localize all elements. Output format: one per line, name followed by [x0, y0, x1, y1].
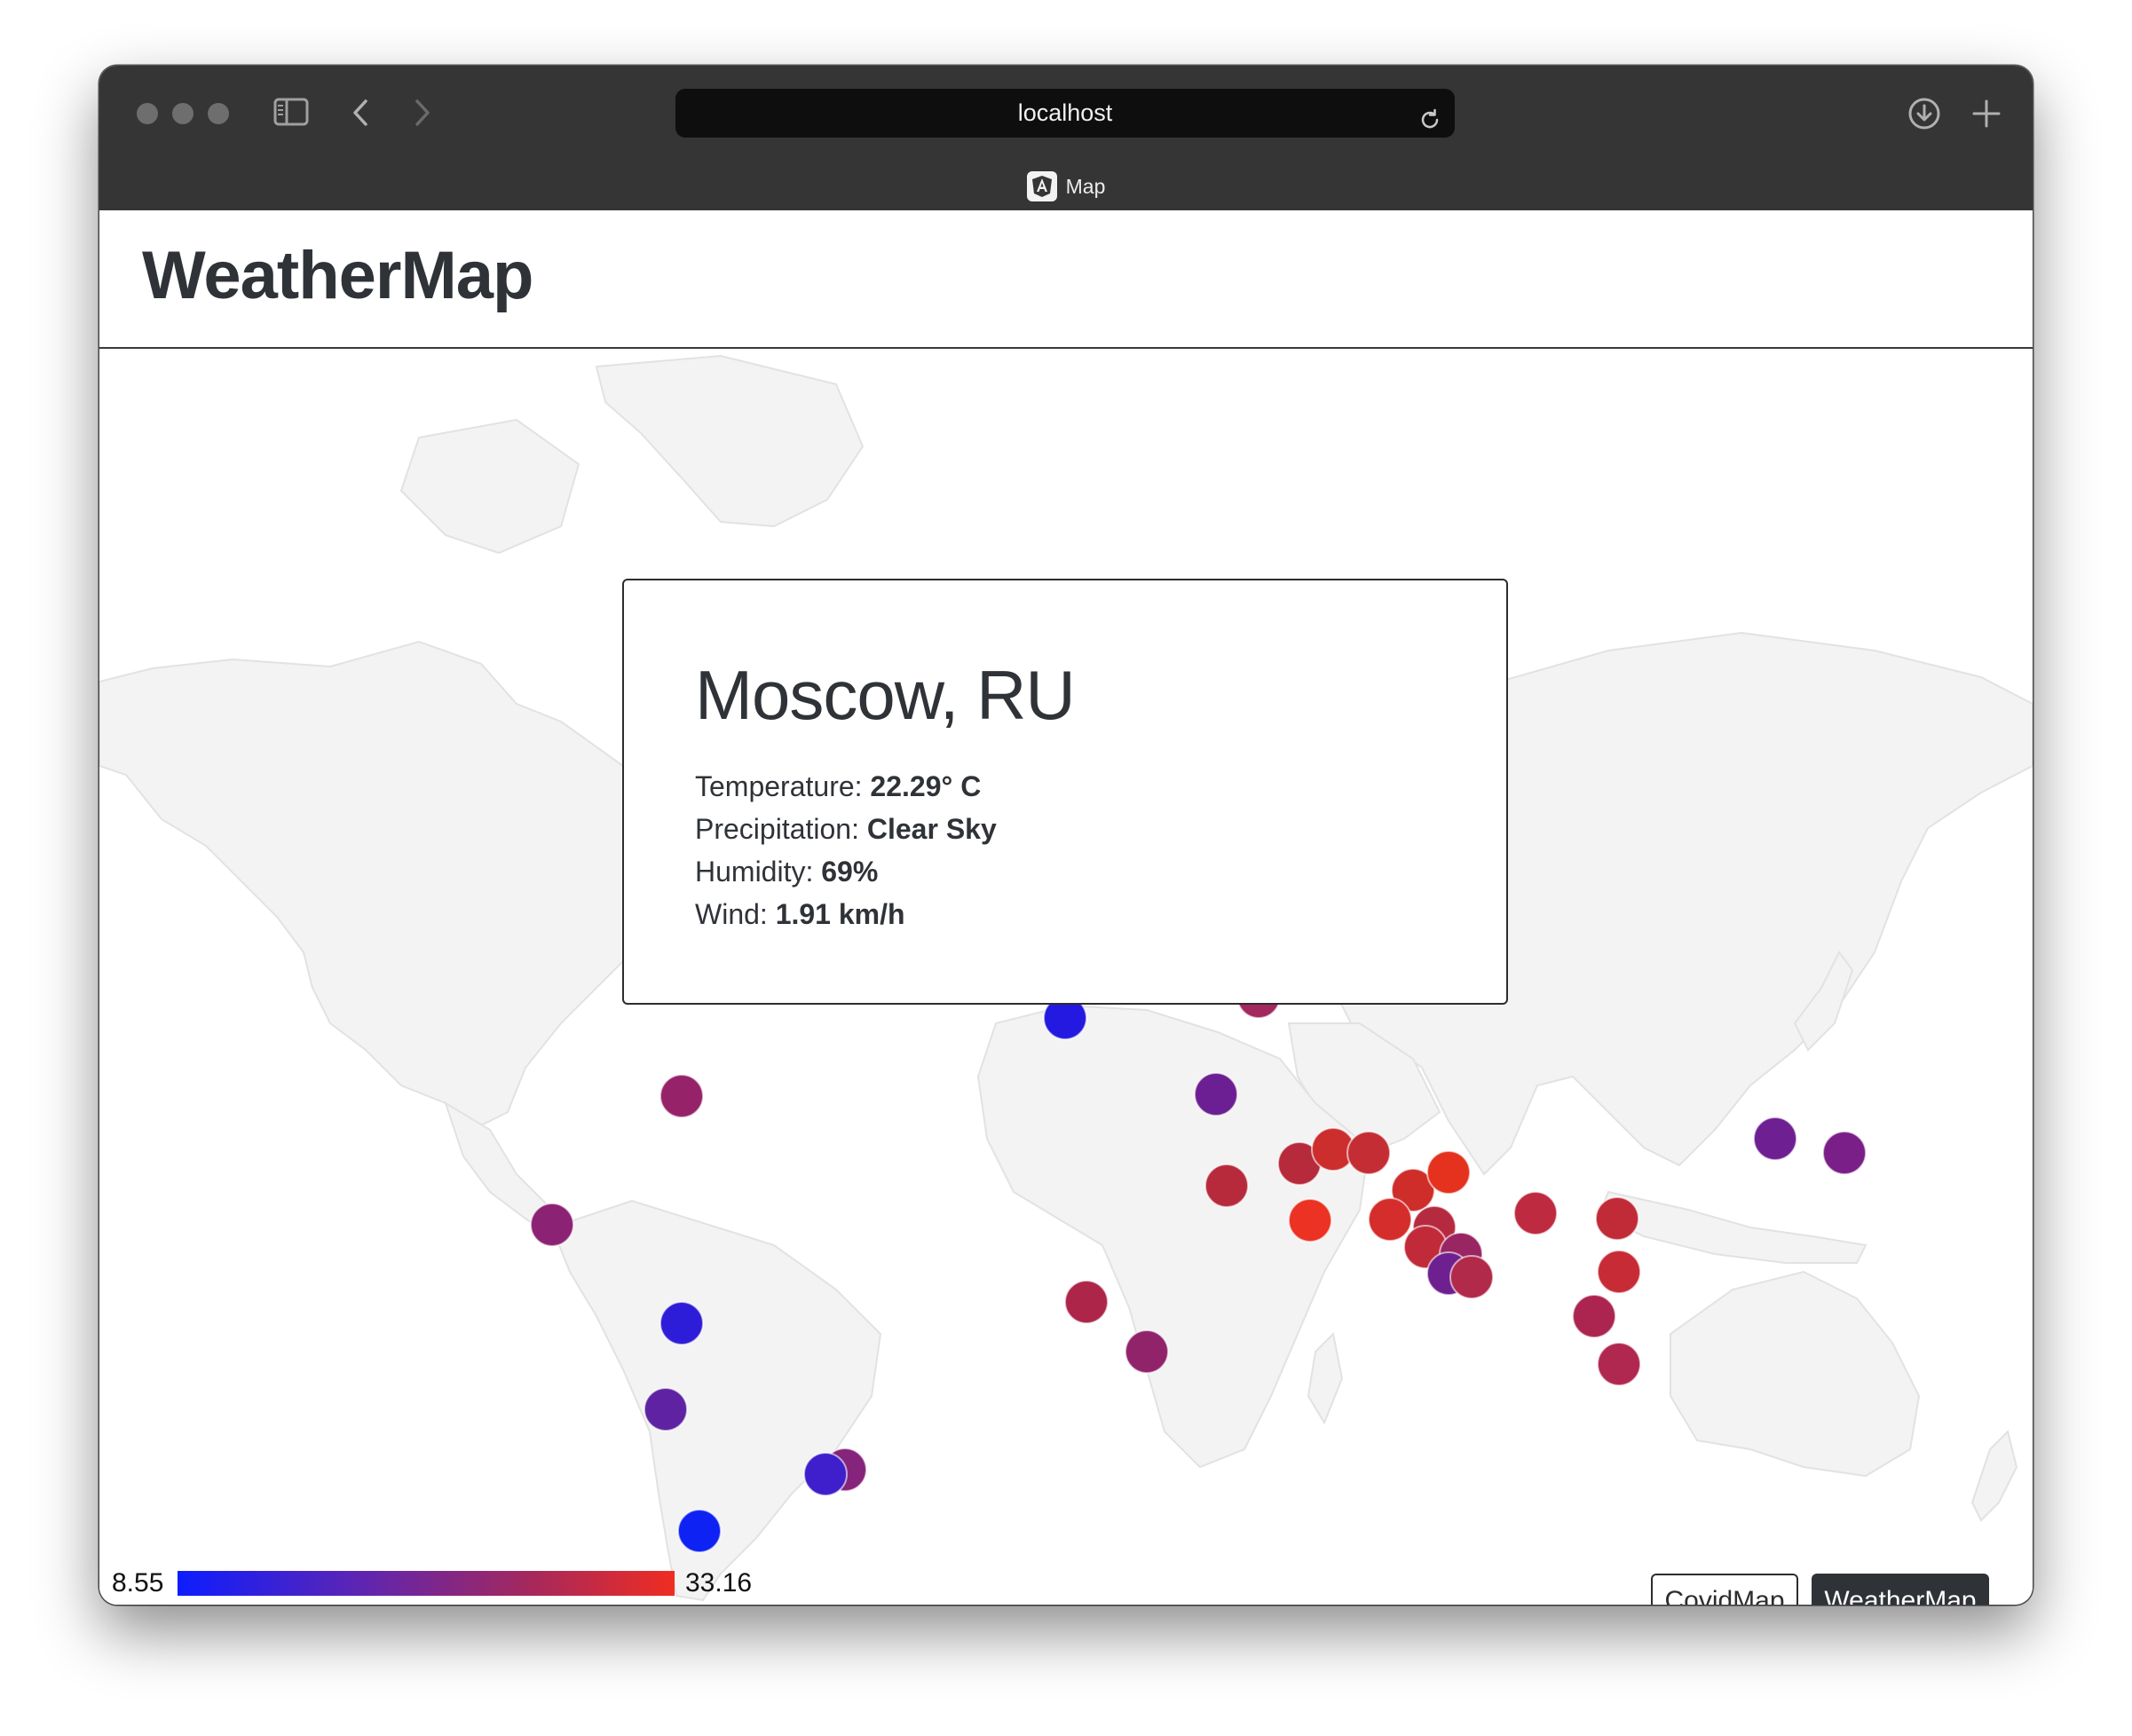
city-marker[interactable]	[1194, 1072, 1238, 1117]
city-marker[interactable]	[644, 1387, 688, 1432]
city-marker[interactable]	[1597, 1250, 1641, 1294]
humidity-value: 69%	[821, 856, 879, 888]
city-marker[interactable]	[1513, 1191, 1558, 1235]
forward-chevron-icon[interactable]	[412, 98, 433, 132]
close-window-button[interactable]	[137, 103, 158, 124]
city-marker[interactable]	[677, 1509, 722, 1553]
weather-details: Temperature: 22.29° C Precipitation: Cle…	[695, 765, 997, 935]
sidebar-toggle-icon[interactable]	[273, 98, 309, 130]
city-marker[interactable]	[1346, 1131, 1391, 1175]
address-bar-url: localhost	[1017, 99, 1113, 126]
wind-row: Wind: 1.91 km/h	[695, 893, 997, 935]
wind-label: Wind:	[695, 898, 768, 930]
city-marker[interactable]	[1426, 1150, 1471, 1195]
city-info-card: Moscow, RU Temperature: 22.29° C Precipi…	[622, 579, 1508, 1005]
active-tab[interactable]: Map	[99, 169, 2033, 204]
city-marker[interactable]	[530, 1203, 574, 1247]
city-marker[interactable]	[659, 1074, 704, 1118]
precipitation-row: Precipitation: Clear Sky	[695, 808, 997, 850]
precipitation-value: Clear Sky	[866, 813, 997, 845]
new-tab-plus-icon[interactable]	[1969, 96, 2004, 136]
land-madagascar	[1307, 1331, 1344, 1425]
zoom-window-button[interactable]	[208, 103, 229, 124]
city-marker[interactable]	[803, 1452, 848, 1496]
precipitation-label: Precipitation:	[695, 813, 859, 845]
browser-toolbar: localhost Map	[99, 66, 2033, 210]
angular-logo-icon	[1026, 171, 1057, 201]
temperature-row: Temperature: 22.29° C	[695, 765, 997, 808]
legend-min-value: 8.55	[112, 1568, 164, 1598]
browser-window: localhost Map WeatherMap Moscow, RU Temp…	[99, 66, 2033, 1605]
city-marker[interactable]	[1064, 1280, 1109, 1324]
city-marker[interactable]	[1125, 1330, 1169, 1374]
address-bar[interactable]: localhost	[675, 89, 1455, 138]
wind-value: 1.91 km/h	[775, 898, 905, 930]
downloads-icon[interactable]	[1907, 96, 1942, 136]
humidity-row: Humidity: 69%	[695, 850, 997, 893]
covidmap-button[interactable]: CovidMap	[1651, 1574, 1798, 1605]
land-new-zealand	[1970, 1430, 2018, 1522]
weathermap-button[interactable]: WeatherMap	[1812, 1574, 1989, 1605]
city-marker[interactable]	[1753, 1117, 1797, 1161]
land-arctic-islands	[399, 418, 580, 555]
temperature-label: Temperature:	[695, 770, 863, 802]
city-marker[interactable]	[1572, 1294, 1616, 1338]
back-chevron-icon[interactable]	[350, 98, 371, 132]
land-north-america	[99, 640, 687, 1132]
tab-title: Map	[1065, 174, 1106, 198]
legend-max-value: 33.16	[685, 1568, 753, 1598]
land-australia	[1670, 1270, 1921, 1478]
world-map[interactable]: Moscow, RU Temperature: 22.29° C Precipi…	[99, 349, 2033, 1605]
minimize-window-button[interactable]	[172, 103, 193, 124]
city-marker[interactable]	[1368, 1197, 1412, 1242]
app-header: WeatherMap	[99, 210, 2033, 349]
city-marker[interactable]	[1449, 1255, 1494, 1299]
app-brand[interactable]: WeatherMap	[142, 237, 533, 314]
city-marker[interactable]	[1288, 1198, 1332, 1243]
legend-color-bar	[178, 1571, 675, 1596]
city-marker[interactable]	[659, 1301, 704, 1345]
land-indonesia	[1598, 1190, 1867, 1264]
city-marker[interactable]	[1595, 1196, 1639, 1241]
app-page: WeatherMap Moscow, RU Temperature: 22.29…	[99, 210, 2033, 1605]
temperature-value: 22.29° C	[870, 770, 982, 802]
land-greenland	[595, 354, 865, 528]
humidity-label: Humidity:	[695, 856, 814, 888]
city-name: Moscow, RU	[695, 656, 1076, 734]
reload-icon[interactable]	[1417, 100, 1442, 149]
city-marker[interactable]	[1597, 1342, 1641, 1386]
city-marker[interactable]	[1822, 1131, 1867, 1175]
city-marker[interactable]	[1204, 1164, 1249, 1208]
